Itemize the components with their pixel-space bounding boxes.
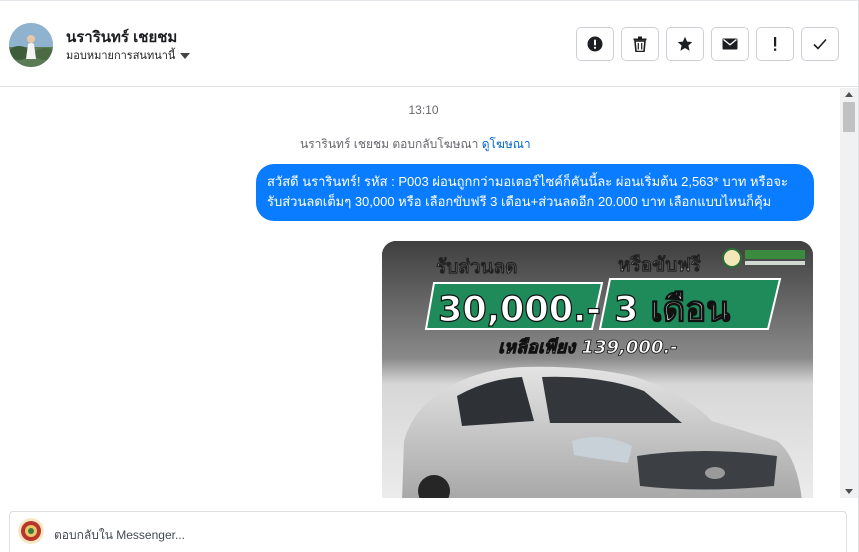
star-button[interactable] [666,27,704,61]
envelope-icon [722,38,738,50]
headline-left: รับส่วนลด [436,256,518,278]
messenger-inbox-panel: นรารินทร์ เชยชม มอบหมายการสนทนานี้ 13:10… [0,0,859,552]
spam-alert-icon [587,36,603,52]
mark-spam-button[interactable] [576,27,614,61]
free-months: 3 เดือน [614,290,730,330]
ad-reply-text: นรารินทร์ เชยชม ตอบกลับโฆษณา [300,137,479,151]
ad-image[interactable]: รับส่วนลด หรือขับฟรี 30,000.- 3 เดือน เห… [382,241,813,498]
trash-icon [633,36,647,52]
conversation-header: นรารินทร์ เชยชม มอบหมายการสนทนานี้ [0,1,858,87]
conversation-toolbar [576,27,839,61]
assign-label: มอบหมายการสนทนานี้ [66,50,176,62]
discount-amount: 30,000.- [438,290,601,330]
exclamation-icon [774,37,777,51]
outgoing-message-bubble: สวัสดี นรารินทร์! รหัส : P003 ผ่อนถูกกว่… [256,164,814,221]
scrollbar-thumb[interactable] [843,102,855,132]
scroll-up-arrow-icon[interactable] [845,92,853,97]
mark-done-button[interactable] [801,27,839,61]
price-text: เหลือเพียง 139,000.- [498,337,678,358]
follow-up-button[interactable] [756,27,794,61]
caret-down-icon [180,52,191,59]
dealer-logo-icon [722,248,742,268]
message-thread: 13:10 นรารินทร์ เชยชม ตอบกลับโฆษณา ดูโฆษ… [0,88,840,498]
assign-conversation-dropdown[interactable]: มอบหมายการสนทนานี้ [66,46,191,64]
mark-unread-button[interactable] [711,27,749,61]
contact-avatar[interactable] [9,23,53,67]
headline-right: หรือขับฟรี [618,254,702,276]
reply-composer[interactable]: ตอบกลับใน Messenger... [9,511,847,552]
reply-input[interactable]: ตอบกลับใน Messenger... [54,526,185,545]
star-icon [677,36,693,51]
message-timestamp: 13:10 [408,103,439,117]
ad-reply-note: นรารินทร์ เชยชม ตอบกลับโฆษณา ดูโฆษณา [300,135,531,154]
view-ad-link[interactable]: ดูโฆษณา [482,137,531,151]
page-avatar [18,518,44,544]
checkmark-icon [813,38,827,50]
thread-scrollbar[interactable] [840,88,858,498]
scroll-down-arrow-icon[interactable] [845,489,853,494]
delete-button[interactable] [621,27,659,61]
